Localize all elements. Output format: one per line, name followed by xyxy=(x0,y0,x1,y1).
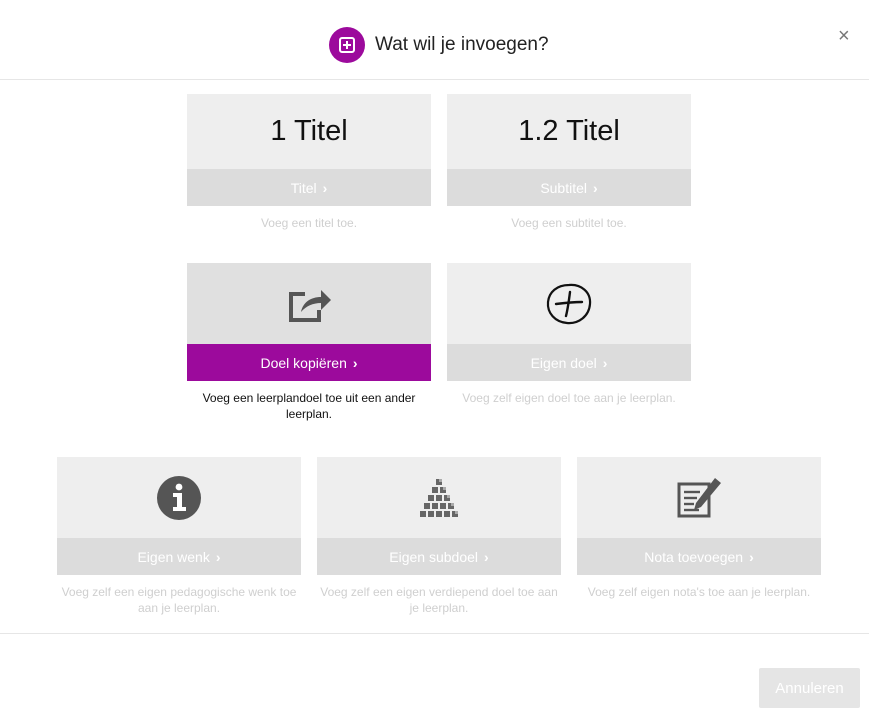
close-icon[interactable]: × xyxy=(838,26,850,46)
circled-plus-icon xyxy=(546,283,592,324)
card-label: Doel kopiëren xyxy=(260,354,347,371)
chevron-right-icon: › xyxy=(215,548,221,565)
card-description: Voeg zelf eigen nota's toe aan je leerpl… xyxy=(587,585,811,599)
card-button[interactable]: Subtitel › xyxy=(447,169,691,206)
insert-dialog: Wat wil je invoegen? × 1 Titel Titel › Vo… xyxy=(0,0,869,713)
info-icon xyxy=(157,475,201,520)
card-eigen-wenk[interactable]: Eigen wenk › Voeg zelf een eigen pedagogi… xyxy=(57,457,301,616)
card-tile[interactable]: Nota toevoegen › xyxy=(577,457,821,575)
card-doel-kopieren[interactable]: Doel kopiëren › Voeg een leerplandoel toe… xyxy=(187,263,431,422)
plus-square-icon xyxy=(329,27,365,63)
card-preview xyxy=(447,263,691,344)
note-edit-icon xyxy=(677,477,721,517)
card-button[interactable]: Doel kopiëren › xyxy=(187,344,431,381)
card-preview xyxy=(57,457,301,538)
card-tile[interactable]: Eigen doel › xyxy=(447,263,691,381)
card-description: Voeg een titel toe. xyxy=(260,216,358,230)
chevron-right-icon: › xyxy=(593,179,598,196)
card-preview xyxy=(577,457,821,538)
card-button[interactable]: Titel › xyxy=(187,169,431,206)
card-button[interactable]: Eigen subdoel › xyxy=(317,538,561,575)
card-label: Eigen doel xyxy=(530,354,597,371)
title-preview-text: 1 Titel xyxy=(270,115,348,147)
card-description: Voeg zelf een eigen pedagogische wenk to… xyxy=(61,585,297,615)
chevron-right-icon: › xyxy=(749,548,754,565)
card-tile[interactable]: Eigen wenk › xyxy=(57,457,301,575)
card-description: Voeg een subtitel toe. xyxy=(511,216,627,230)
share-export-icon xyxy=(289,289,331,322)
card-label: Eigen wenk xyxy=(137,548,210,565)
card-preview xyxy=(317,457,561,538)
chevron-right-icon: › xyxy=(352,354,358,371)
stacked-cubes-icon xyxy=(420,478,458,517)
chevron-right-icon: › xyxy=(602,354,608,371)
chevron-right-icon: › xyxy=(322,179,328,196)
card-titel[interactable]: 1 Titel Titel › Voeg een titel toe. xyxy=(187,94,431,231)
subtitle-preview-text: 1.2 Titel xyxy=(518,115,620,147)
cancel-button[interactable]: Annuleren xyxy=(759,668,860,708)
card-preview: 1.2 Titel xyxy=(447,94,691,169)
card-tile[interactable]: 1 Titel Titel › xyxy=(187,94,431,206)
card-eigen-doel[interactable]: Eigen doel › Voeg zelf eigen doel toe aan… xyxy=(447,263,691,406)
card-tile[interactable]: Eigen subdoel › xyxy=(317,457,561,575)
card-button[interactable]: Eigen doel › xyxy=(447,344,691,381)
card-eigen-subdoel[interactable]: Eigen subdoel › Voeg zelf een eigen verdi… xyxy=(317,457,561,616)
card-preview xyxy=(187,263,431,344)
card-label: Nota toevoegen xyxy=(644,548,744,565)
card-subtitel[interactable]: 1.2 Titel Subtitel › Voeg een subtitel to… xyxy=(447,94,691,231)
card-label: Subtitel xyxy=(540,179,588,196)
card-label: Eigen subdoel xyxy=(389,548,479,565)
card-tile[interactable]: Doel kopiëren › xyxy=(187,263,431,381)
card-description: Voeg zelf een eigen verdiepend doel toe … xyxy=(320,585,558,615)
card-button[interactable]: Nota toevoegen › xyxy=(577,538,821,575)
dialog-header: Wat wil je invoegen? × xyxy=(0,12,869,80)
footer-divider xyxy=(0,633,869,634)
card-nota-toevoegen[interactable]: Nota toevoegen › Voeg zelf eigen nota's t… xyxy=(577,457,821,600)
card-description: Voeg een leerplandoel toe uit een ander … xyxy=(202,391,416,421)
card-button[interactable]: Eigen wenk › xyxy=(57,538,301,575)
card-description: Voeg zelf eigen doel toe aan je leerplan… xyxy=(462,391,676,405)
header-title-group: Wat wil je invoegen? xyxy=(329,27,549,63)
dialog-title: Wat wil je invoegen? xyxy=(375,34,549,55)
card-preview: 1 Titel xyxy=(187,94,431,169)
card-label: Titel xyxy=(290,179,317,196)
card-tile[interactable]: 1.2 Titel Subtitel › xyxy=(447,94,691,206)
chevron-right-icon: › xyxy=(484,548,489,565)
